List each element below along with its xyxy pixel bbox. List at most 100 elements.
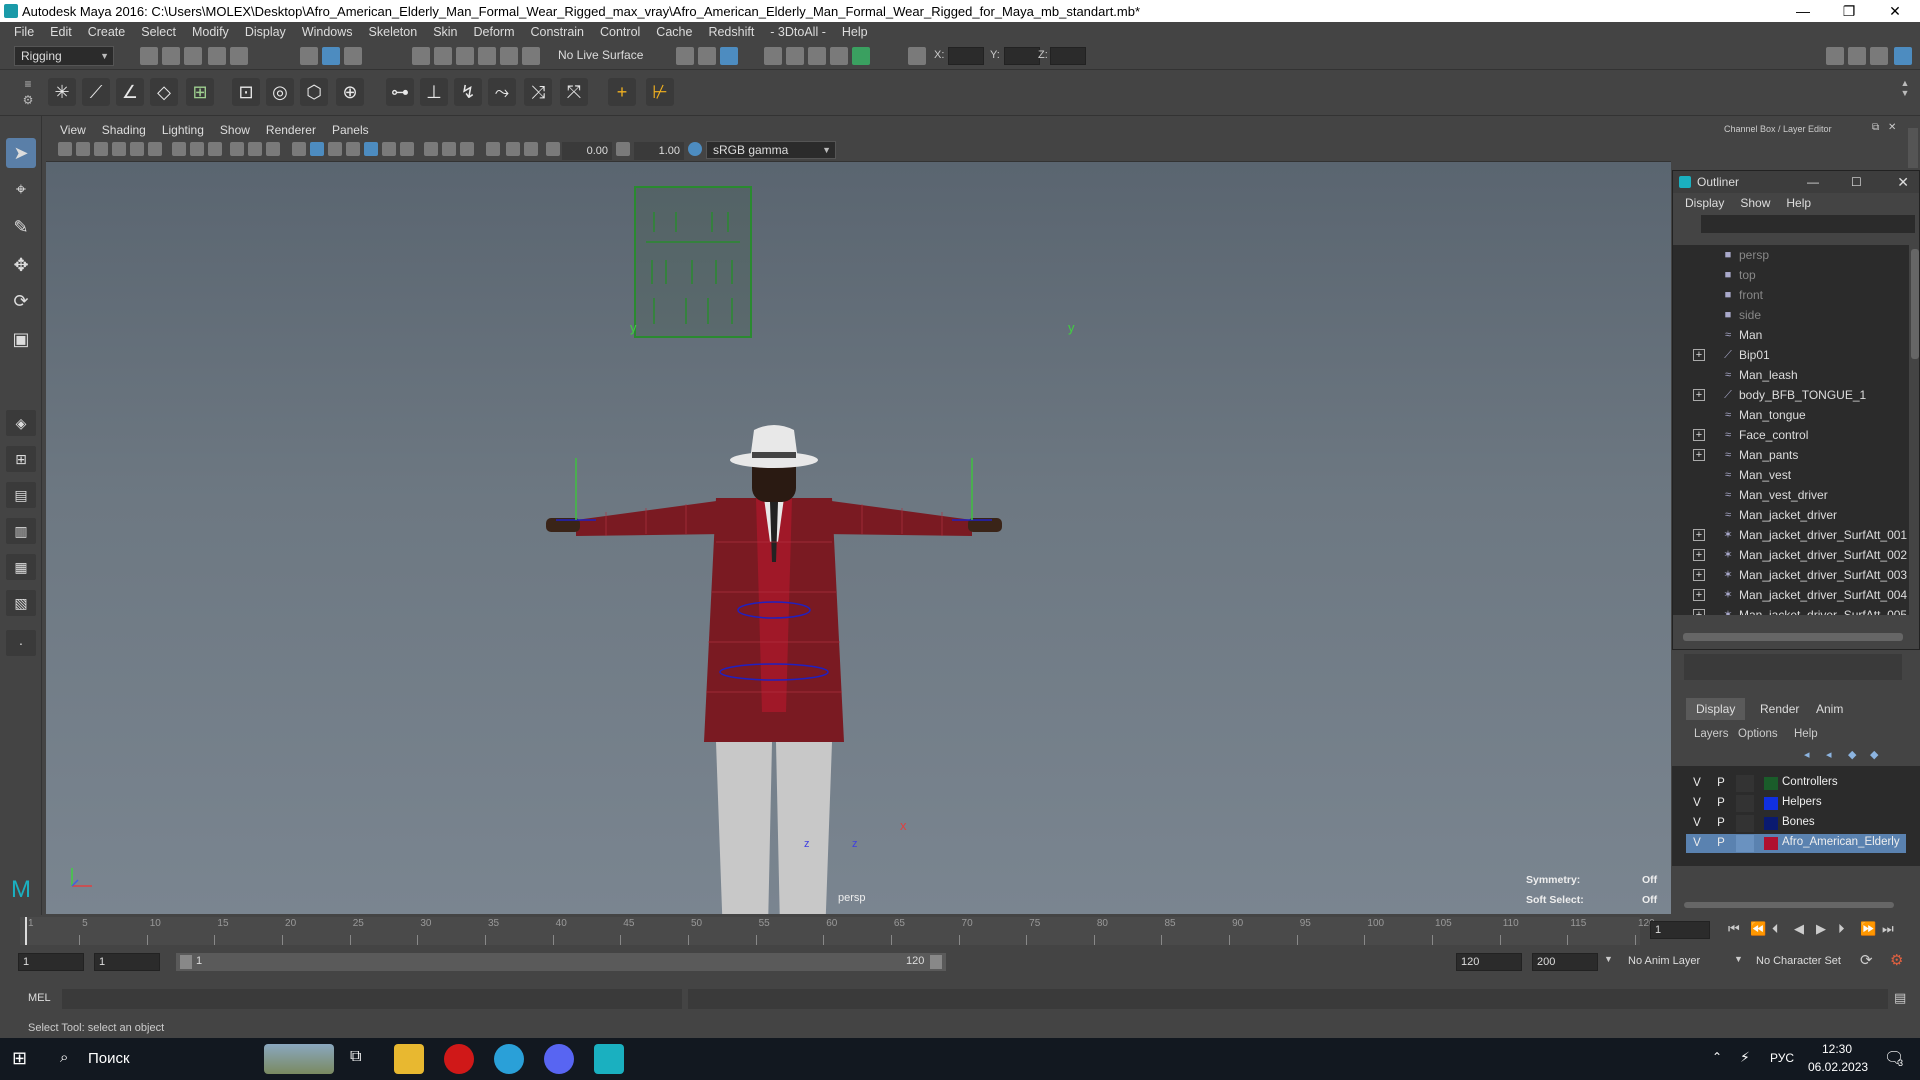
outliner-maximize-button[interactable]: ☐ bbox=[1851, 171, 1862, 193]
anim-layer-dropdown[interactable]: No Anim Layer bbox=[1628, 955, 1700, 967]
animation-preferences-icon[interactable]: ⚙ bbox=[1890, 951, 1903, 969]
playback-start-field[interactable]: 1 bbox=[94, 953, 160, 971]
outliner-item[interactable]: + ≈ Man_pants bbox=[1673, 445, 1909, 465]
script-language-label[interactable]: MEL bbox=[28, 992, 51, 1004]
film-gate-icon[interactable] bbox=[190, 142, 204, 156]
menu-edit[interactable]: Edit bbox=[42, 25, 80, 39]
snap-center-icon[interactable] bbox=[522, 47, 540, 65]
expand-icon[interactable]: + bbox=[1693, 349, 1705, 361]
outliner-menu-show[interactable]: Show bbox=[1734, 196, 1776, 210]
undo-icon[interactable] bbox=[208, 47, 226, 65]
layer-display-type-toggle[interactable] bbox=[1736, 815, 1754, 832]
outliner-item[interactable]: + ⟋ body_BFB_TONGUE_1 bbox=[1673, 385, 1909, 405]
windows-start-icon[interactable]: ⊞ bbox=[12, 1048, 27, 1069]
render-view-icon[interactable] bbox=[830, 47, 848, 65]
redo-icon[interactable] bbox=[230, 47, 248, 65]
step-back-key-icon[interactable]: ⏪ bbox=[1750, 921, 1766, 937]
layer-playback-toggle[interactable]: P bbox=[1712, 815, 1730, 832]
aim-constraint-icon[interactable]: ↯ bbox=[454, 78, 482, 106]
render-frame-icon[interactable] bbox=[786, 47, 804, 65]
render-settings-icon[interactable] bbox=[764, 47, 782, 65]
menu-constrain[interactable]: Constrain bbox=[523, 25, 593, 39]
wireframe-icon[interactable] bbox=[292, 142, 306, 156]
outliner-menu-help[interactable]: Help bbox=[1780, 196, 1817, 210]
persp-outliner-layout-icon[interactable]: ▤ bbox=[6, 482, 36, 508]
network-icon[interactable]: ⚡ bbox=[1740, 1049, 1750, 1066]
menu-display[interactable]: Display bbox=[237, 25, 294, 39]
expand-icon[interactable]: + bbox=[1693, 389, 1705, 401]
textured-icon[interactable] bbox=[346, 142, 360, 156]
play-backwards-icon[interactable]: ◀ bbox=[1794, 921, 1804, 937]
expand-icon[interactable]: + bbox=[1693, 549, 1705, 561]
outliner-item[interactable]: ■ side bbox=[1673, 305, 1909, 325]
layers-menu[interactable]: Layers bbox=[1694, 728, 1729, 740]
layer-display-type-toggle[interactable] bbox=[1736, 835, 1754, 852]
outliner-item[interactable]: ■ top bbox=[1673, 265, 1909, 285]
float-panel-icon[interactable]: ⧉ bbox=[1872, 122, 1879, 133]
color-management-icon[interactable] bbox=[688, 142, 702, 156]
tray-overflow-icon[interactable]: ⌃ bbox=[1712, 1050, 1722, 1064]
layer-playback-toggle[interactable]: P bbox=[1712, 795, 1730, 812]
outliner-item[interactable]: + ✶ Man_jacket_driver_SurfAtt_002 bbox=[1673, 545, 1909, 565]
vp-menu-show[interactable]: Show bbox=[212, 123, 258, 137]
mirror-joint-icon[interactable]: ◇ bbox=[150, 78, 178, 106]
four-view-layout-icon[interactable]: ⊞ bbox=[6, 446, 36, 472]
ipr-render-icon[interactable] bbox=[808, 47, 826, 65]
exposure-toggle-icon[interactable] bbox=[546, 142, 560, 156]
menu-3dtoall[interactable]: - 3DtoAll - bbox=[762, 25, 834, 39]
layer-color-swatch[interactable] bbox=[1764, 837, 1778, 850]
tool-settings-icon[interactable] bbox=[1870, 47, 1888, 65]
outliner-item[interactable]: ≈ Man_tongue bbox=[1673, 405, 1909, 425]
layer-visibility-toggle[interactable]: V bbox=[1688, 835, 1706, 852]
layer-row[interactable]: V P Afro_American_Elderly bbox=[1686, 834, 1906, 853]
smooth-shade-icon[interactable] bbox=[310, 142, 324, 156]
camera-select-icon[interactable] bbox=[58, 142, 72, 156]
expand-icon[interactable]: + bbox=[1693, 429, 1705, 441]
safe-action-icon[interactable] bbox=[266, 142, 280, 156]
outliner-item[interactable]: + ✶ Man_jacket_driver_SurfAtt_004 bbox=[1673, 585, 1909, 605]
reset-exposure-icon[interactable] bbox=[506, 142, 520, 156]
gamma-toggle-icon[interactable] bbox=[616, 142, 630, 156]
menuset-dropdown[interactable]: Rigging ▼ bbox=[14, 46, 114, 66]
vp-menu-renderer[interactable]: Renderer bbox=[258, 123, 324, 137]
new-layer-icon[interactable]: ◆ bbox=[1848, 748, 1856, 761]
anim-layer-chevron-icon[interactable]: ▼ bbox=[1604, 954, 1613, 964]
cluster-icon[interactable]: ⊶ bbox=[386, 78, 414, 106]
layer-display-type-toggle[interactable] bbox=[1736, 775, 1754, 792]
live-surface-field[interactable]: No Live Surface bbox=[552, 46, 648, 66]
expand-icon[interactable]: + bbox=[1693, 609, 1705, 615]
move-tool-icon[interactable]: ✥ bbox=[6, 250, 36, 280]
maximize-button[interactable]: ❐ bbox=[1826, 0, 1872, 22]
outliner-item[interactable]: + ✶ Man_jacket_driver_SurfAtt_003 bbox=[1673, 565, 1909, 585]
gate-mask-icon[interactable] bbox=[230, 142, 244, 156]
select-tool-icon[interactable]: ➤ bbox=[6, 138, 36, 168]
close-button[interactable]: ✕ bbox=[1872, 0, 1918, 22]
snap-grid-icon[interactable] bbox=[412, 47, 430, 65]
outliner-minimize-button[interactable]: — bbox=[1807, 171, 1819, 193]
close-panel-icon[interactable]: ✕ bbox=[1888, 122, 1896, 133]
ik-handle-icon[interactable]: ⟋ bbox=[82, 78, 110, 106]
resolution-gate-icon[interactable] bbox=[208, 142, 222, 156]
scale-constraint-icon[interactable]: ⤨ bbox=[524, 78, 552, 106]
outliner-item[interactable]: + ≈ Face_control bbox=[1673, 425, 1909, 445]
output-ops-icon[interactable] bbox=[698, 47, 716, 65]
image-plane-icon[interactable] bbox=[112, 142, 126, 156]
menu-skin[interactable]: Skin bbox=[425, 25, 465, 39]
paint-select-tool-icon[interactable]: ✎ bbox=[6, 212, 36, 242]
step-back-frame-icon[interactable]: ⏴ bbox=[1772, 921, 1779, 937]
snap-surface-icon[interactable] bbox=[500, 47, 518, 65]
rotate-tool-icon[interactable]: ⟳ bbox=[6, 286, 36, 316]
current-time-marker[interactable] bbox=[25, 917, 27, 945]
perspective-viewport[interactable]: ✥ ✥ y y x z z persp Symmetry: Off Soft S… bbox=[46, 162, 1671, 914]
script-editor-icon[interactable]: ▤ bbox=[1894, 990, 1906, 1006]
search-icon[interactable]: ⌕ bbox=[60, 1049, 68, 1066]
outliner-item[interactable]: ■ persp bbox=[1673, 245, 1909, 265]
expand-icon[interactable]: + bbox=[1693, 449, 1705, 461]
field-chart-icon[interactable] bbox=[248, 142, 262, 156]
set-driven-key-icon[interactable]: ⊬ bbox=[646, 78, 674, 106]
shelf-scroll-icon[interactable]: ▲ ▼ bbox=[1898, 78, 1912, 108]
locator-icon[interactable]: + bbox=[608, 78, 636, 106]
menu-skeleton[interactable]: Skeleton bbox=[361, 25, 426, 39]
file-explorer-icon[interactable] bbox=[394, 1044, 424, 1074]
y-field[interactable] bbox=[1004, 47, 1040, 65]
